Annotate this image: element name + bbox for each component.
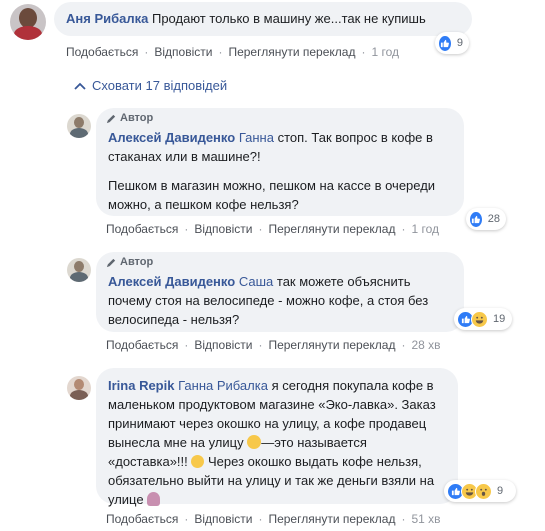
reply-link[interactable]: Відповісти — [194, 222, 252, 236]
haha-icon — [471, 310, 488, 328]
like-link[interactable]: Подобається — [66, 45, 138, 59]
like-icon — [438, 34, 452, 52]
avatar[interactable] — [67, 114, 91, 138]
chevron-up-icon — [74, 82, 86, 90]
reply-link[interactable]: Відповісти — [154, 45, 212, 59]
timestamp[interactable]: 28 хв — [411, 338, 440, 352]
reply-link[interactable]: Відповісти — [194, 512, 252, 526]
hide-replies-label: Сховати 17 відповідей — [92, 78, 228, 93]
like-link[interactable]: Подобається — [106, 338, 178, 352]
author-badge-label: Автор — [120, 112, 154, 124]
translate-link[interactable]: Переглянути переклад — [268, 338, 395, 352]
timestamp[interactable]: 51 хв — [411, 512, 440, 526]
author-badge: Автор — [106, 112, 153, 124]
translate-link[interactable]: Переглянути переклад — [268, 512, 395, 526]
like-link[interactable]: Подобається — [106, 222, 178, 236]
person-emoji-icon — [147, 492, 161, 506]
avatar[interactable] — [67, 258, 91, 282]
like-icon — [469, 210, 483, 228]
avatar[interactable] — [67, 376, 91, 400]
astonished-emoji-icon — [191, 455, 205, 468]
hide-replies-link[interactable]: Сховати 17 відповідей — [74, 78, 227, 93]
reaction-count: 9 — [497, 485, 504, 497]
reaction-summary[interactable]: 19 — [454, 308, 512, 330]
reply-author[interactable]: Алексей Давиденко — [108, 130, 235, 145]
reaction-count: 19 — [493, 313, 506, 325]
reply-author[interactable]: Irina Repik — [108, 378, 174, 393]
comment-text: Продают только в машину же...так не купи… — [151, 11, 426, 26]
reply-bubble: Алексей Давиденко Ганна стоп. Так вопрос… — [96, 108, 464, 216]
avatar[interactable] — [10, 4, 46, 40]
reaction-summary[interactable]: 28 — [466, 208, 506, 230]
translate-link[interactable]: Переглянути переклад — [268, 222, 395, 236]
mention-link[interactable]: Ганна Рибалка — [178, 378, 268, 393]
mention-link[interactable]: Саша — [239, 274, 273, 289]
timestamp[interactable]: 1 год — [371, 45, 399, 59]
grin-emoji-icon — [247, 435, 262, 449]
reaction-summary[interactable]: 9 — [435, 32, 469, 54]
translate-link[interactable]: Переглянути переклад — [228, 45, 355, 59]
author-badge-label: Автор — [120, 256, 154, 268]
reply-actions: Подобається · Відповісти · Переглянути пер… — [106, 512, 441, 526]
reply-bubble: Irina Repik Ганна Рибалка я сегодня поку… — [96, 368, 458, 507]
reaction-summary[interactable]: 9 — [444, 480, 516, 502]
wow-icon — [475, 482, 492, 500]
comment-bubble: Аня Рибалка Продают только в машину же..… — [54, 2, 472, 36]
comment-author[interactable]: Аня Рибалка — [66, 11, 148, 26]
reaction-count: 28 — [487, 213, 500, 225]
reply-author[interactable]: Алексей Давиденко — [108, 274, 235, 289]
reply-actions: Подобається · Відповісти · Переглянути пер… — [106, 222, 440, 236]
author-badge: Автор — [106, 256, 153, 268]
timestamp[interactable]: 1 год — [411, 222, 439, 236]
comment-actions: Подобається · Відповісти · Переглянути пер… — [66, 45, 400, 59]
pencil-icon — [106, 114, 116, 123]
mention-link[interactable]: Ганна — [239, 130, 274, 145]
reaction-count: 9 — [456, 37, 463, 49]
reply-text-2: Пешком в магазин можно, пешком на кассе … — [108, 178, 436, 212]
reply-link[interactable]: Відповісти — [194, 338, 252, 352]
reply-actions: Подобається · Відповісти · Переглянути пер… — [106, 338, 441, 352]
pencil-icon — [106, 258, 116, 267]
like-link[interactable]: Подобається — [106, 512, 178, 526]
